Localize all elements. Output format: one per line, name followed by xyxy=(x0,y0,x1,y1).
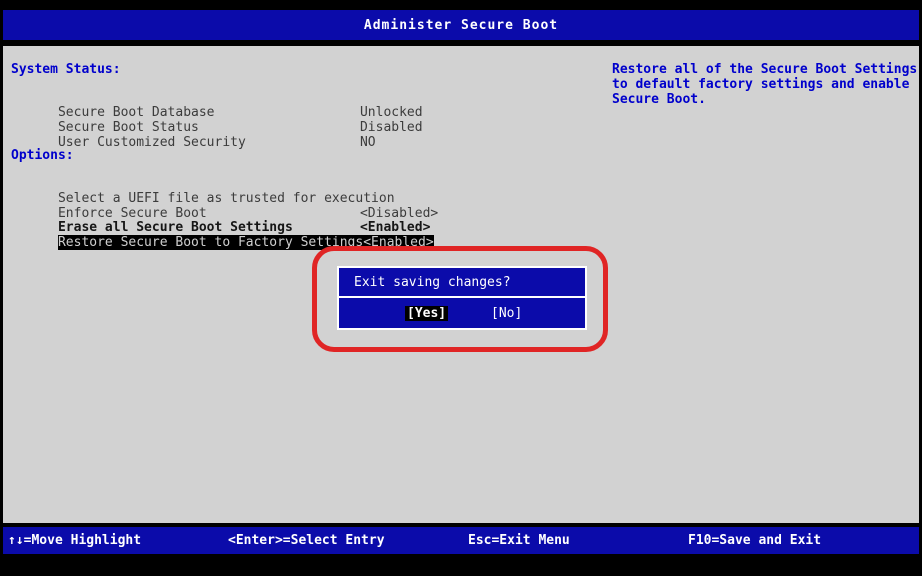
dialog-title: Exit saving changes? xyxy=(354,275,511,290)
dialog-no-button[interactable]: [No] xyxy=(491,306,522,321)
option-select-uefi-file[interactable]: Select a UEFI file as trusted for execut… xyxy=(11,176,395,191)
dialog-separator xyxy=(339,296,585,298)
page-title: Administer Secure Boot xyxy=(364,18,558,33)
dialog-yes-button[interactable]: [Yes] xyxy=(405,306,448,321)
status-label: User Customized Security xyxy=(58,135,360,150)
status-row-database: Secure Boot DatabaseUnlocked xyxy=(11,90,423,105)
status-row-status: Secure Boot StatusDisabled xyxy=(11,105,423,120)
option-label: Restore Secure Boot to Factory Settings xyxy=(58,235,363,250)
hint-exit-menu: Esc=Exit Menu xyxy=(468,533,570,548)
hint-save-and-exit: F10=Save and Exit xyxy=(688,533,821,548)
option-erase-all-settings[interactable]: Erase all Secure Boot Settings<Enabled> xyxy=(11,205,430,220)
main-panel: System Status: Secure Boot DatabaseUnloc… xyxy=(3,46,919,523)
exit-dialog: Exit saving changes? [Yes] [No] xyxy=(337,266,587,330)
option-restore-factory-settings[interactable]: Restore Secure Boot to Factory Settings<… xyxy=(11,220,434,235)
title-bar: Administer Secure Boot xyxy=(3,10,919,40)
status-row-user-security: User Customized SecurityNO xyxy=(11,120,376,135)
options-heading: Options: xyxy=(11,148,74,163)
hint-move-highlight: ↑↓=Move Highlight xyxy=(8,533,141,548)
option-value: <Enabled> xyxy=(363,235,433,250)
hint-select-entry: <Enter>=Select Entry xyxy=(228,533,385,548)
system-status-heading: System Status: xyxy=(11,62,121,77)
help-text: Restore all of the Secure Boot Settings … xyxy=(612,62,920,107)
status-value: NO xyxy=(360,135,376,150)
key-hints-bar: ↑↓=Move Highlight <Enter>=Select Entry E… xyxy=(3,527,919,554)
option-enforce-secure-boot[interactable]: Enforce Secure Boot<Disabled> xyxy=(11,191,438,206)
